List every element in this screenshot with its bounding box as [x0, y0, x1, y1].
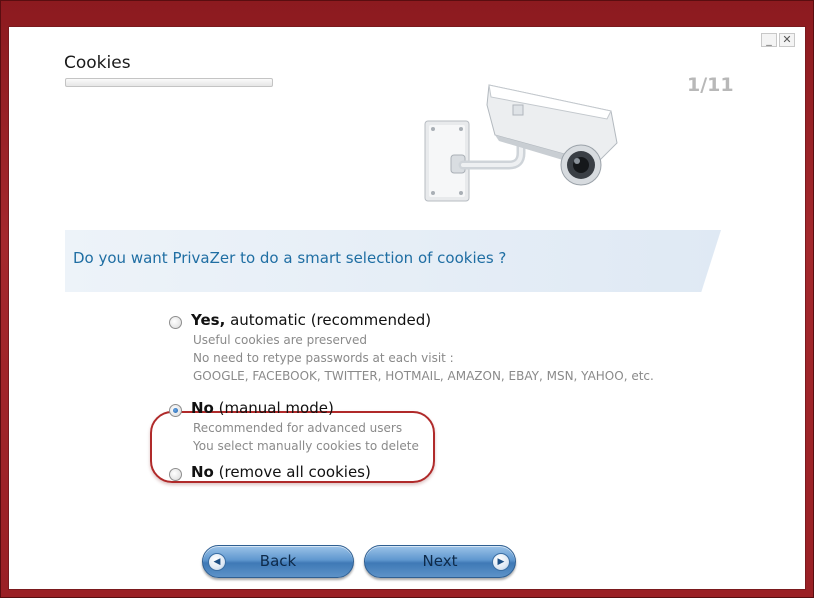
- next-button[interactable]: Next ▶: [364, 545, 516, 578]
- option-label: No (manual mode): [191, 399, 334, 417]
- option-label: No (remove all cookies): [191, 463, 371, 481]
- option-label: Yes, automatic (recommended): [191, 311, 432, 329]
- option-description: GOOGLE, FACEBOOK, TWITTER, HOTMAIL, AMAZ…: [193, 369, 654, 383]
- option-description: No need to retype passwords at each visi…: [193, 351, 454, 365]
- close-button[interactable]: ✕: [779, 33, 795, 47]
- radio-no-manual[interactable]: [169, 404, 182, 417]
- page-title: Cookies: [64, 53, 131, 73]
- radio-yes-automatic[interactable]: [169, 316, 182, 329]
- next-button-label: Next: [422, 552, 458, 570]
- question-text: Do you want PrivaZer to do a smart selec…: [73, 249, 507, 267]
- option-description: You select manually cookies to delete: [193, 439, 419, 453]
- wizard-panel: _ ✕ Cookies 1/11 Do you want PrivaZer to…: [8, 26, 806, 590]
- right-arrow-icon: ▶: [492, 553, 510, 571]
- window-controls: _ ✕: [761, 33, 795, 47]
- back-button[interactable]: ◀ Back: [202, 545, 354, 578]
- option-description: Recommended for advanced users: [193, 421, 403, 435]
- minimize-button[interactable]: _: [761, 33, 777, 47]
- radio-no-remove-all[interactable]: [169, 468, 182, 481]
- option-description: Useful cookies are preserved: [193, 333, 367, 347]
- left-arrow-icon: ◀: [208, 553, 226, 571]
- back-button-label: Back: [259, 552, 297, 570]
- security-camera-icon: [424, 84, 618, 202]
- progress-bar: [65, 78, 273, 87]
- step-counter: 1/11: [687, 74, 734, 96]
